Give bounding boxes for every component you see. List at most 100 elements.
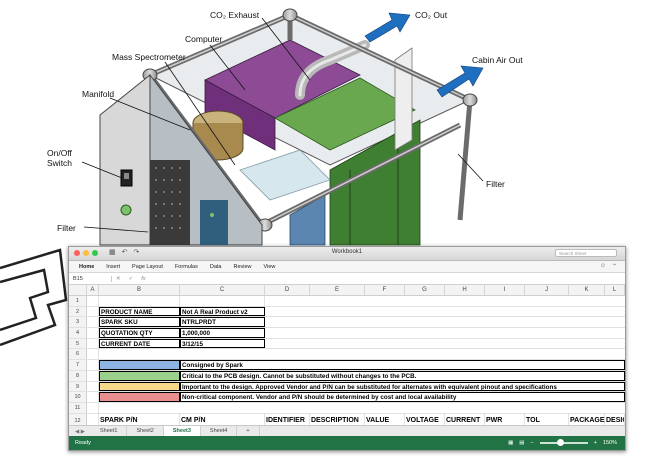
cell[interactable] <box>87 317 99 328</box>
tab-view[interactable]: View <box>264 264 276 270</box>
formula-bar: B15 ✕ ✓ fx <box>69 273 625 285</box>
row-number[interactable]: 1 <box>69 296 87 306</box>
legend-text[interactable]: Consigned by Spark <box>180 360 625 370</box>
tab-page-layout[interactable]: Page Layout <box>132 264 163 270</box>
row-number[interactable]: 10 <box>69 392 87 402</box>
zoom-out-icon[interactable]: − <box>530 440 533 446</box>
spreadsheet-window: ▦ ↶ ↷ Workbook1 Search Sheet Home Insert… <box>68 246 626 451</box>
cell-grid[interactable]: 1 2 PRODUCT NAME Not A Real Product v2 3… <box>69 296 625 428</box>
legend-swatch-critical[interactable] <box>99 370 180 381</box>
product-label-cell[interactable]: PRODUCT NAME <box>99 306 180 317</box>
zoom-in-icon[interactable]: + <box>594 440 597 446</box>
product-value-cell[interactable]: 1,000,000 <box>180 328 265 338</box>
table-row: 2 PRODUCT NAME Not A Real Product v2 <box>69 306 625 318</box>
tab-data[interactable]: Data <box>210 264 222 270</box>
column-header-d[interactable]: D <box>265 285 310 295</box>
product-value-cell[interactable]: 3/12/15 <box>180 338 265 349</box>
legend-row: 10 Non-critical component. Vendor and P/… <box>69 392 625 403</box>
search-sheet-input[interactable]: Search Sheet <box>555 249 617 257</box>
label-computer: Computer <box>185 34 222 44</box>
label-mass-spectrometer: Mass Spectrometer <box>112 52 186 62</box>
page-layout-view-icon[interactable]: ▤ <box>519 440 524 446</box>
collapse-ribbon-icon[interactable]: ⌃ <box>612 263 617 270</box>
cell[interactable] <box>180 296 265 306</box>
column-header-j[interactable]: J <box>525 285 569 295</box>
select-all-corner[interactable] <box>69 285 87 295</box>
cell[interactable] <box>87 402 99 413</box>
filter-grill-left <box>150 160 190 245</box>
row-number[interactable]: 9 <box>69 381 87 392</box>
cell[interactable] <box>87 328 99 338</box>
left-side-panel <box>99 73 151 246</box>
share-icon[interactable]: ☺ <box>600 263 606 270</box>
legend-text[interactable]: Critical to the PCB design. Cannot be su… <box>180 370 625 381</box>
legend-text[interactable]: Important to the design. Approved Vendor… <box>180 381 625 392</box>
zoom-slider-knob[interactable] <box>556 439 564 446</box>
gasket-outline <box>0 248 68 347</box>
column-header-b[interactable]: B <box>99 285 180 295</box>
cell[interactable] <box>87 296 99 306</box>
product-label-cell[interactable]: CURRENT DATE <box>99 338 180 349</box>
product-value-cell[interactable]: NTRLPRDT <box>180 317 265 328</box>
cell[interactable] <box>87 306 99 317</box>
column-header-c[interactable]: C <box>180 285 265 295</box>
column-headers: A B C D E F G H I J K L <box>69 285 625 296</box>
inner-led-icon <box>210 213 214 217</box>
cell[interactable] <box>87 349 99 360</box>
window-title: Workbook1 <box>331 249 363 255</box>
row-number[interactable]: 6 <box>69 349 87 360</box>
zoom-slider[interactable] <box>539 439 588 446</box>
tab-insert[interactable]: Insert <box>106 264 120 270</box>
cell[interactable] <box>87 392 99 402</box>
product-label-cell[interactable]: QUOTATION QTY <box>99 328 180 338</box>
legend-row: 9 Important to the design. Approved Vend… <box>69 381 625 393</box>
legend-row: 8 Critical to the PCB design. Cannot be … <box>69 370 625 382</box>
cancel-icon[interactable]: ✕ <box>112 276 125 282</box>
column-header-e[interactable]: E <box>310 285 365 295</box>
zoom-level: 150% <box>602 440 617 446</box>
column-header-h[interactable]: H <box>445 285 485 295</box>
name-box[interactable]: B15 <box>69 275 112 282</box>
cell[interactable] <box>87 338 99 349</box>
product-value-cell[interactable]: Not A Real Product v2 <box>180 306 265 317</box>
row-number[interactable]: 2 <box>69 306 87 317</box>
inner-panel <box>200 200 228 245</box>
row-number[interactable]: 3 <box>69 317 87 328</box>
cell[interactable] <box>87 370 99 381</box>
cabin-air-out-arrow-icon <box>436 65 484 98</box>
normal-view-icon[interactable]: ▦ <box>508 440 513 446</box>
column-header-k[interactable]: K <box>569 285 605 295</box>
row-number[interactable]: 8 <box>69 370 87 381</box>
row-number[interactable]: 11 <box>69 402 87 413</box>
product-label-cell[interactable]: SPARK SKU <box>99 317 180 328</box>
column-header-a[interactable]: A <box>87 285 99 295</box>
confirm-icon[interactable]: ✓ <box>125 276 138 282</box>
cell[interactable] <box>87 381 99 392</box>
formula-input[interactable] <box>150 273 626 284</box>
tab-home[interactable]: Home <box>79 264 94 270</box>
cell[interactable] <box>99 296 180 306</box>
cell[interactable] <box>87 360 99 370</box>
legend-swatch-important[interactable] <box>99 381 180 392</box>
co2-out-arrow-icon <box>364 12 411 43</box>
table-row: 11 <box>69 402 625 414</box>
function-icon[interactable]: fx <box>137 276 149 282</box>
legend-text[interactable]: Non-critical component. Vendor and P/N s… <box>180 392 625 402</box>
label-manifold: Manifold <box>82 89 114 99</box>
table-row: 3 SPARK SKU NTRLPRDT <box>69 317 625 329</box>
frame-cap-right <box>462 93 478 107</box>
tab-review[interactable]: Review <box>233 264 251 270</box>
column-header-g[interactable]: G <box>405 285 445 295</box>
column-header-l[interactable]: L <box>605 285 625 295</box>
column-header-f[interactable]: F <box>365 285 405 295</box>
power-indicator-icon <box>120 204 132 216</box>
sheet-nav-arrows-icon[interactable]: ◀ ▶ <box>69 429 91 435</box>
label-co2-exhaust: CO₂ Exhaust <box>210 10 260 20</box>
row-number[interactable]: 4 <box>69 328 87 338</box>
legend-swatch-consigned[interactable] <box>99 360 180 370</box>
tab-formulas[interactable]: Formulas <box>175 264 198 270</box>
row-number[interactable]: 5 <box>69 338 87 349</box>
legend-swatch-non-critical[interactable] <box>99 392 180 402</box>
column-header-i[interactable]: I <box>485 285 525 295</box>
row-number[interactable]: 7 <box>69 360 87 370</box>
